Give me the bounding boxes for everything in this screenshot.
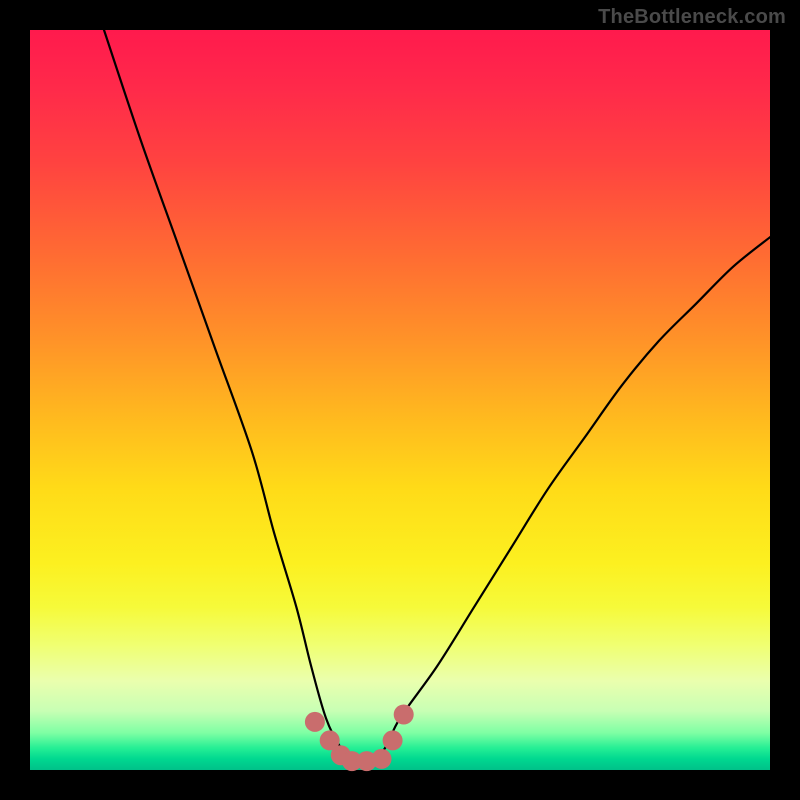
bottleneck-curve <box>104 30 770 764</box>
curve-svg <box>30 30 770 770</box>
marker-dot <box>394 705 414 725</box>
plot-area <box>30 30 770 770</box>
chart-frame: TheBottleneck.com <box>0 0 800 800</box>
marker-dots <box>305 705 414 772</box>
watermark-label: TheBottleneck.com <box>598 6 786 29</box>
marker-dot <box>372 749 392 769</box>
marker-dot <box>383 730 403 750</box>
marker-dot <box>305 712 325 732</box>
